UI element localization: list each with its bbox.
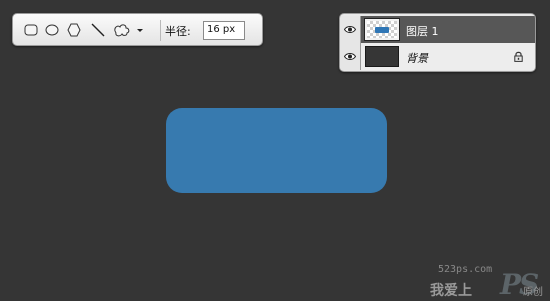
layer-name[interactable]: 图层 1 (406, 23, 439, 39)
lock-icon (514, 51, 523, 62)
rounded-rectangle-shape[interactable] (166, 108, 387, 193)
radius-input[interactable]: 16 px (203, 21, 245, 40)
watermark-url: 523ps.com (438, 264, 493, 275)
radius-label: 半径: (165, 25, 191, 38)
eye-icon (344, 26, 356, 33)
layer-row-background[interactable]: 背景 (340, 43, 535, 70)
layer-name[interactable]: 背景 (406, 50, 428, 66)
watermark-text: 我爱上 (430, 283, 472, 299)
layer-visibility-toggle[interactable] (340, 43, 361, 70)
line-tool-icon[interactable] (90, 22, 106, 38)
polygon-tool-icon[interactable] (66, 22, 82, 38)
watermark-suffix: 原创 (523, 287, 543, 298)
layer-row-layer-1[interactable]: 图层 1 (340, 16, 535, 43)
ellipse-tool-icon[interactable] (44, 22, 60, 38)
shape-tool-options-bar: 半径: 16 px (12, 13, 263, 46)
shape-dropdown-arrow-icon[interactable] (135, 22, 145, 38)
toolbar-divider (160, 20, 161, 41)
rounded-rectangle-tool-icon[interactable] (23, 22, 39, 38)
eye-icon (344, 53, 356, 60)
custom-shape-tool-icon[interactable] (112, 22, 132, 38)
layer-thumbnail (365, 46, 399, 67)
layer-visibility-toggle[interactable] (340, 16, 361, 43)
layers-panel: 图层 1 背景 (339, 13, 536, 72)
layer-thumbnail (364, 18, 400, 41)
layer-thumbnail-shape (375, 27, 389, 33)
